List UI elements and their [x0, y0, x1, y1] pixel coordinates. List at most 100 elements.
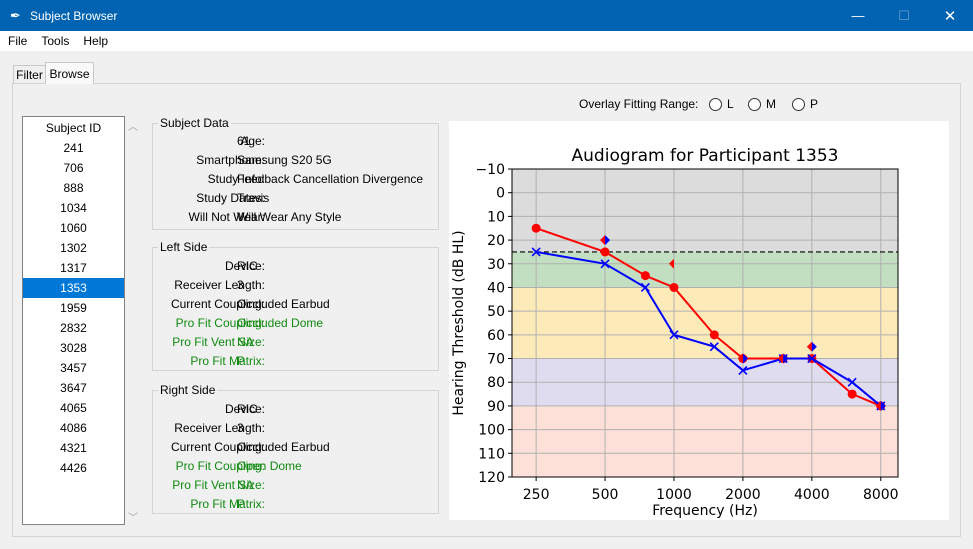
radio-l-circle[interactable] — [709, 97, 722, 111]
list-item[interactable]: 4426 — [23, 458, 124, 478]
radio-l-label: L — [727, 97, 734, 111]
radio-l[interactable]: L — [709, 97, 734, 111]
radio-p-circle[interactable] — [792, 97, 805, 111]
list-item[interactable]: 706 — [23, 158, 124, 178]
overlay-label: Overlay Fitting Range: — [579, 97, 699, 111]
y-tick-label: 0 — [496, 186, 505, 202]
x-tick-label: 2000 — [725, 487, 761, 503]
field-row: Current Coupling: Occluded Earbud — [153, 297, 453, 316]
close-button[interactable]: ✕ — [927, 0, 973, 31]
field-row: Pro Fit Vent Size: NA — [153, 478, 453, 497]
y-tick-label: 100 — [478, 423, 505, 439]
field-row: Current Coupling: Occluded Earbud — [153, 440, 453, 459]
list-item[interactable]: 1060 — [23, 218, 124, 238]
field-row: Smartphone: Samsung S20 5G — [153, 153, 453, 172]
title-bar: ✒ Subject Browser — ☐ ✕ — [0, 0, 973, 31]
y-axis-label: Hearing Threshold (dB HL) — [451, 230, 467, 415]
field-label: Receiver Length: — [174, 278, 265, 292]
field-row: Receiver Length: 3 — [153, 278, 453, 297]
x-tick-label: 4000 — [794, 487, 830, 503]
field-row: Study Dates: Travis — [153, 191, 453, 210]
field-row: Pro Fit Matrix: P — [153, 497, 453, 516]
list-scrollbar[interactable]: ︿ ﹀ — [126, 116, 140, 525]
field-row: Device: RIC — [153, 259, 453, 278]
menu-help[interactable]: Help — [76, 34, 115, 48]
list-item[interactable]: 4086 — [23, 418, 124, 438]
field-value: Samsung S20 5G — [237, 153, 332, 167]
tab-filter[interactable]: Filter — [13, 65, 46, 83]
y-tick-label: 30 — [487, 257, 505, 273]
list-item[interactable]: 4321 — [23, 438, 124, 458]
list-item[interactable]: 3028 — [23, 338, 124, 358]
list-item[interactable]: 888 — [23, 178, 124, 198]
field-label: Receiver Length: — [174, 421, 265, 435]
list-item[interactable]: 1959 — [23, 298, 124, 318]
field-label: Pro Fit Matrix: — [190, 354, 265, 368]
list-item[interactable]: 3457 — [23, 358, 124, 378]
y-tick-label: 80 — [487, 375, 505, 391]
field-value: Occluded Dome — [237, 316, 324, 330]
radio-m[interactable]: M — [748, 97, 776, 111]
field-value: RIC — [237, 402, 258, 416]
tab-browse[interactable]: Browse — [45, 62, 94, 84]
x-tick-label: 8000 — [863, 487, 899, 503]
field-value: P — [237, 497, 246, 511]
subject-data-group: Subject Data Age: 61 Smartphone: Samsung S2… — [152, 116, 439, 230]
list-item[interactable]: 1034 — [23, 198, 124, 218]
field-row: Pro Fit Coupling: Open Dome — [153, 459, 453, 478]
field-value: Occluded Earbud — [237, 297, 330, 311]
list-item[interactable]: 241 — [23, 138, 124, 158]
field-label: Pro Fit Matrix: — [190, 497, 265, 511]
y-tick-label: 60 — [487, 328, 505, 344]
field-value: Feedback Cancellation Divergence — [237, 172, 424, 186]
menu-file[interactable]: File — [0, 34, 34, 48]
field-row: Pro Fit Matrix: P — [153, 354, 453, 373]
list-item[interactable]: 1317 — [23, 258, 124, 278]
radio-m-circle[interactable] — [748, 97, 761, 111]
field-value: Will Wear Any Style — [237, 210, 342, 224]
field-value: RIC — [237, 259, 258, 273]
list-item[interactable]: 3647 — [23, 378, 124, 398]
field-value: P — [237, 354, 246, 368]
y-tick-label: 70 — [487, 352, 505, 368]
y-tick-label: 110 — [478, 446, 505, 462]
field-row: Study Info: Feedback Cancellation Diverge… — [153, 172, 453, 191]
field-value: Travis — [237, 191, 270, 205]
radio-p-label: P — [810, 97, 819, 111]
field-row: Age: 61 — [153, 134, 453, 153]
menu-bar: File Tools Help — [0, 31, 973, 51]
maximize-button[interactable]: ☐ — [881, 0, 927, 31]
y-tick-label: 40 — [487, 280, 505, 296]
scroll-up-arrow-icon[interactable]: ︿ — [126, 118, 140, 133]
menu-tools[interactable]: Tools — [34, 34, 76, 48]
data-point-circle — [640, 271, 650, 281]
right-side-title: Right Side — [158, 383, 218, 397]
list-item[interactable]: 1302 — [23, 238, 124, 258]
list-header: Subject ID — [45, 121, 102, 135]
list-item[interactable]: 2832 — [23, 318, 124, 338]
y-tick-label: 50 — [487, 304, 505, 320]
y-tick-label: −10 — [475, 162, 505, 178]
chart-title: Audiogram for Participant 1353 — [572, 146, 839, 166]
radio-p[interactable]: P — [792, 97, 818, 111]
left-side-group: Left Side Device: RIC Receiver Length: 3 Cur… — [152, 240, 439, 371]
field-value: NA — [237, 478, 254, 492]
list-item[interactable]: 4065 — [23, 398, 124, 418]
field-value: 61 — [237, 134, 251, 148]
data-point-circle — [669, 282, 679, 292]
scroll-down-arrow-icon[interactable]: ﹀ — [126, 509, 140, 524]
data-point-circle — [709, 330, 719, 340]
x-tick-label: 500 — [592, 487, 619, 503]
audiogram-chart: −10 0 10 20 30 40 50 60 70 80 90 100 110 120 250 500 100… — [449, 121, 949, 520]
minimize-button[interactable]: — — [835, 0, 881, 31]
subject-data-title: Subject Data — [158, 116, 231, 130]
radio-m-label: M — [766, 97, 776, 111]
y-tick-label: 10 — [487, 209, 505, 225]
x-tick-label: 1000 — [656, 487, 692, 503]
field-value: Occluded Earbud — [237, 440, 330, 454]
subject-listbox[interactable]: Subject ID 241 706 888 1034 1060 1302 1317 1353… — [22, 116, 125, 525]
field-row: Receiver Length: 3 — [153, 421, 453, 440]
field-row: Will Not Wear: Will Wear Any Style — [153, 210, 453, 229]
list-item[interactable]: 1353 — [23, 278, 124, 298]
right-side-group: Right Side Device: RIC Receiver Length: 3 Cu… — [152, 383, 439, 514]
